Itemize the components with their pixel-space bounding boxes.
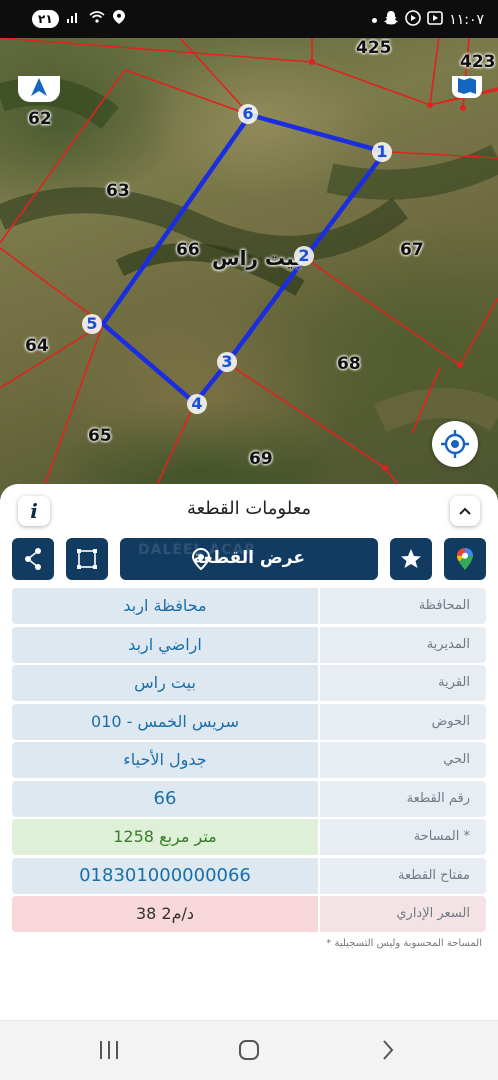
parcel-label: 62	[28, 109, 52, 129]
governorate-label: المحافظة	[320, 588, 486, 624]
system-nav-bar	[0, 1020, 498, 1080]
parcel-label: 64	[25, 336, 49, 356]
favorite-button[interactable]	[390, 538, 432, 580]
vertex-marker[interactable]: 1	[372, 142, 392, 162]
chevron-up-icon	[459, 507, 471, 515]
parcel-label: 63	[106, 181, 130, 201]
home-icon	[239, 1040, 259, 1060]
collapse-button[interactable]	[450, 496, 480, 526]
google-maps-icon	[457, 548, 473, 570]
parcel-number-value: 66	[12, 780, 318, 817]
table-row: بيت راس القرية	[12, 665, 486, 701]
parcel-key-value[interactable]: 018301000000066	[12, 857, 318, 894]
parcel-label: 68	[337, 354, 361, 374]
parcel-info-sheet: i معلومات القطعة عرض القطعة DALEEL ACAR …	[0, 484, 498, 1014]
parcel-label: 423	[460, 52, 496, 72]
watermark: DALEEL ACAR	[138, 542, 257, 558]
sheet-title: معلومات القطعة	[186, 498, 312, 519]
media-icon	[427, 11, 444, 29]
area-label: المساحة *	[320, 819, 486, 855]
parcel-info-table: محافظة اربد المحافظة اراضي اربد المديرية…	[12, 588, 486, 935]
admin-price-value: 38 د/م2	[12, 896, 318, 932]
polygon-outline-icon	[77, 549, 97, 569]
vertex-marker[interactable]: 6	[238, 104, 258, 124]
table-row: 66 رقم القطعة	[12, 780, 486, 817]
recent-apps-button[interactable]	[89, 1035, 129, 1065]
directorate-label: المديرية	[320, 626, 486, 663]
parcel-key-label: مفتاح القطعة	[320, 857, 486, 894]
recent-apps-icon	[100, 1041, 118, 1059]
parcel-label-selected: 66	[176, 240, 200, 260]
share-button[interactable]	[12, 538, 54, 580]
satellite-map[interactable]: 425 423 62 63 66 67 64 68 65 69 بيت راس …	[0, 38, 498, 500]
vertex-marker[interactable]: 4	[187, 394, 207, 414]
star-icon	[401, 549, 421, 568]
vertex-marker[interactable]: 5	[82, 314, 102, 334]
parcel-label: 65	[88, 426, 112, 446]
vertex-marker[interactable]: 2	[294, 246, 314, 266]
north-arrow-button[interactable]	[18, 76, 60, 102]
table-row: 38 د/م2 السعر الإداري	[12, 896, 486, 932]
north-arrow-icon	[31, 78, 47, 96]
draw-polygon-button[interactable]	[66, 538, 108, 580]
notification-count-badge: ٢١	[32, 10, 59, 28]
area-footnote: * المساحة المحسوبة وليس التسجيلية	[326, 938, 482, 949]
village-label: بيت راس	[212, 246, 302, 270]
back-button[interactable]	[368, 1035, 408, 1065]
table-row: سريس الخمس - 010 الحوض	[12, 703, 486, 740]
village-value: بيت راس	[12, 665, 318, 701]
home-button[interactable]	[229, 1035, 269, 1065]
table-row: اراضي اربد المديرية	[12, 626, 486, 663]
vpn-icon	[405, 10, 422, 30]
clock-time: ١١:٠٧	[449, 12, 484, 28]
layers-icon	[458, 78, 476, 94]
status-bar: ٢١ ١١:٠٧	[0, 0, 498, 38]
location-status-icon	[112, 10, 125, 28]
wifi-icon	[89, 11, 105, 27]
neighborhood-value: جدول الأحياء	[12, 742, 318, 778]
neighborhood-label: الحي	[320, 742, 486, 778]
table-row: 1258 متر مربع المساحة *	[12, 819, 486, 855]
parcel-label: 69	[249, 449, 273, 469]
village-label-cell: القرية	[320, 665, 486, 701]
basin-label: الحوض	[320, 703, 486, 740]
admin-price-label: السعر الإداري	[320, 896, 486, 932]
basin-value: سريس الخمس - 010	[12, 703, 318, 740]
directorate-value: اراضي اربد	[12, 626, 318, 663]
crosshair-icon	[441, 430, 469, 458]
table-row: محافظة اربد المحافظة	[12, 588, 486, 624]
parcel-label: 425	[356, 38, 392, 58]
area-value: 1258 متر مربع	[12, 819, 318, 855]
share-icon	[25, 548, 41, 570]
governorate-value: محافظة اربد	[12, 588, 318, 624]
my-location-button[interactable]	[432, 421, 478, 467]
snapchat-icon	[383, 10, 399, 30]
signal-icon	[66, 11, 81, 27]
vertex-marker[interactable]: 3	[217, 352, 237, 372]
table-row: جدول الأحياء الحي	[12, 742, 486, 778]
google-maps-button[interactable]	[444, 538, 486, 580]
back-icon	[383, 1040, 394, 1060]
table-row: 018301000000066 مفتاح القطعة	[12, 857, 486, 894]
notification-dot-icon	[372, 17, 378, 23]
layers-button[interactable]	[452, 76, 482, 98]
parcel-label: 67	[400, 240, 424, 260]
parcel-number-label: رقم القطعة	[320, 780, 486, 817]
